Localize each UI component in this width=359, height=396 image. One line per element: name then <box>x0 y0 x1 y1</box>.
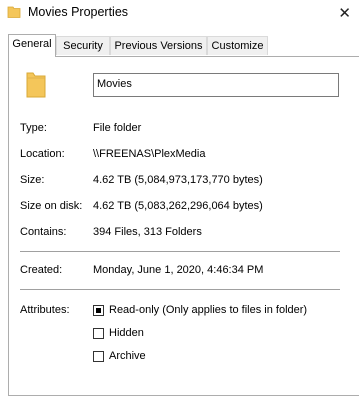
archive-checkbox-label[interactable]: Archive <box>109 350 146 362</box>
hidden-checkbox[interactable] <box>93 328 104 339</box>
close-icon[interactable]: ✕ <box>338 4 351 22</box>
size-label: Size: <box>20 174 45 186</box>
tab-general[interactable]: General <box>8 34 56 57</box>
contains-value: 394 Files, 313 Folders <box>93 226 202 238</box>
folder-icon <box>7 6 21 18</box>
title-bar: Movies Properties ✕ <box>0 0 359 26</box>
created-value: Monday, June 1, 2020, 4:46:34 PM <box>93 264 264 276</box>
type-value: File folder <box>93 122 142 134</box>
folder-icon <box>26 72 46 98</box>
readonly-checkbox[interactable] <box>93 305 104 316</box>
tab-customize[interactable]: Customize <box>207 36 268 55</box>
created-label: Created: <box>20 264 63 276</box>
contains-label: Contains: <box>20 226 67 238</box>
location-value: \\FREENAS\PlexMedia <box>93 148 206 160</box>
size-on-disk-label: Size on disk: <box>20 200 83 212</box>
attributes-label: Attributes: <box>20 304 70 316</box>
folder-name-input[interactable]: Movies <box>93 73 339 97</box>
tab-previous-versions[interactable]: Previous Versions <box>110 36 207 55</box>
tab-security[interactable]: Security <box>56 36 110 55</box>
hidden-checkbox-label[interactable]: Hidden <box>109 327 144 339</box>
readonly-checkbox-label[interactable]: Read-only (Only applies to files in fold… <box>109 304 307 316</box>
divider <box>20 251 340 252</box>
size-value: 4.62 TB (5,084,973,173,770 bytes) <box>93 174 263 186</box>
window-title: Movies Properties <box>28 5 129 19</box>
divider <box>20 289 340 290</box>
size-on-disk-value: 4.62 TB (5,083,262,296,064 bytes) <box>93 200 263 212</box>
archive-checkbox[interactable] <box>93 351 104 362</box>
location-label: Location: <box>20 148 65 160</box>
type-label: Type: <box>20 122 47 134</box>
